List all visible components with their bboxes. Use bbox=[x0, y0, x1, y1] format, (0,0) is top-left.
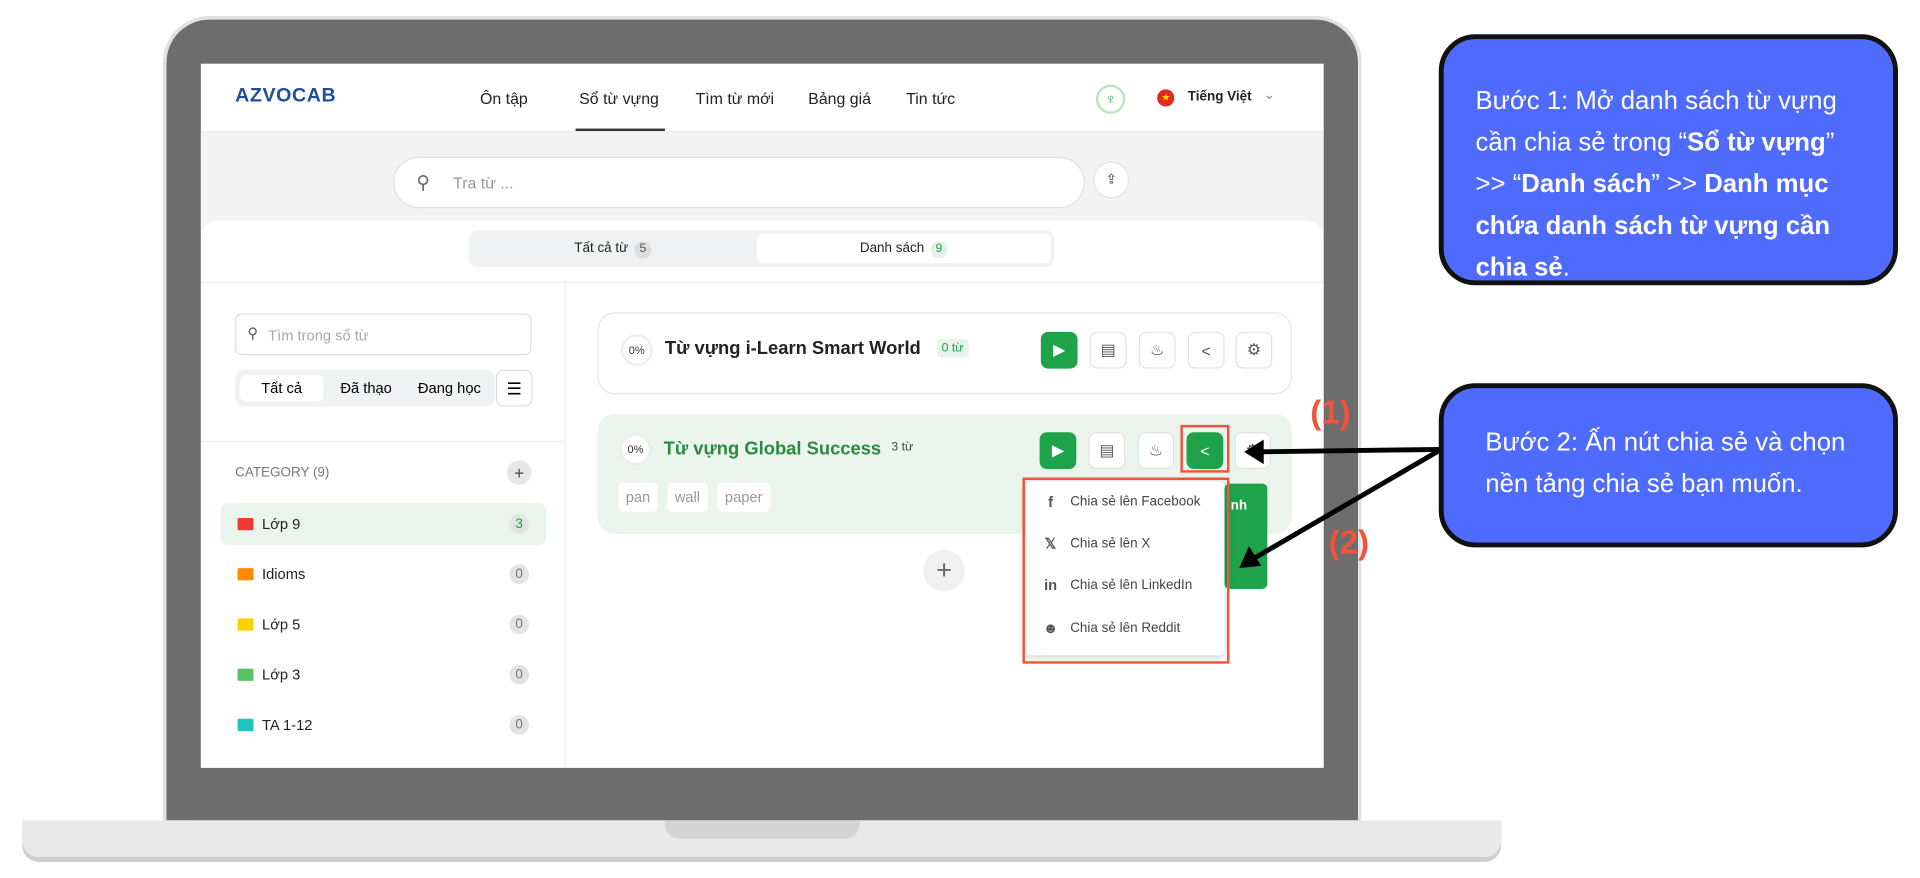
arrow-to-menu bbox=[1252, 447, 1443, 561]
arrow-to-share bbox=[1261, 446, 1442, 455]
step1-callout: Bước 1: Mở danh sách từ vựng cần chia sẻ… bbox=[1438, 34, 1898, 286]
arrowhead bbox=[1244, 439, 1264, 465]
step2-callout: Bước 2: Ấn nút chia sẻ và chọn nền tảng … bbox=[1438, 383, 1898, 548]
